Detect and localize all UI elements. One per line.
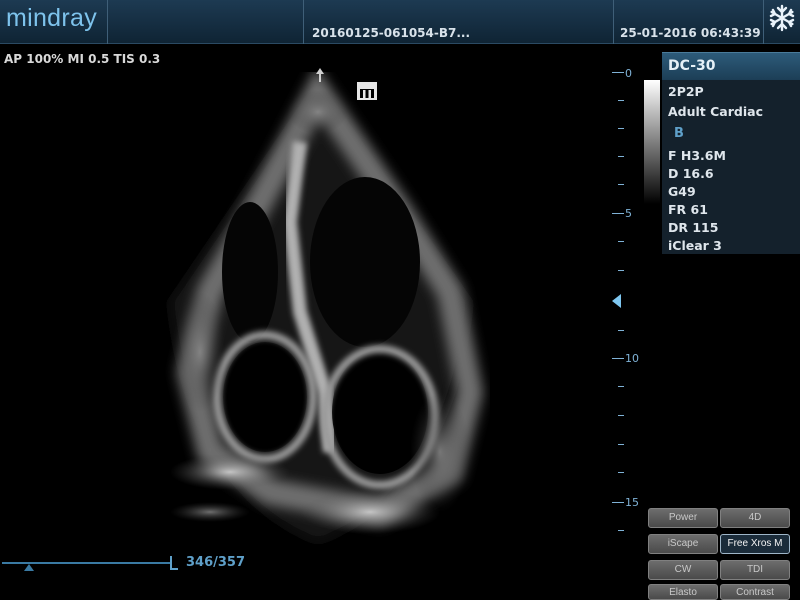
cine-frame-counter: 346/357 — [186, 555, 246, 570]
snowflake-icon[interactable] — [768, 4, 796, 32]
iscape-button[interactable]: iScape — [648, 534, 718, 554]
exam-datetime: 25-01-2016 06:43:39 — [620, 26, 761, 40]
power-button[interactable]: Power — [648, 508, 718, 528]
elasto-button[interactable]: Elasto — [648, 584, 718, 600]
depth-tick — [612, 213, 624, 214]
probe-name: DC-30 — [668, 58, 716, 74]
mindray-logo: mindray — [6, 4, 98, 32]
depth-tick — [618, 184, 624, 185]
param-frame-rate: FR 61 — [668, 202, 708, 217]
depth-tick — [618, 330, 624, 331]
imaging-mode: B — [674, 126, 684, 141]
depth-tick — [618, 156, 624, 157]
free-xros-m-button[interactable]: Free Xros M — [720, 534, 790, 554]
depth-tick — [618, 530, 624, 531]
param-iclear: iClear 3 — [668, 238, 722, 253]
depth-tick — [618, 472, 624, 473]
depth-tick — [618, 128, 624, 129]
probe-header[interactable]: DC-30 — [662, 52, 800, 80]
depth-label: 5 — [625, 207, 632, 220]
study-id: 20160125-061054-B7... — [312, 26, 471, 40]
depth-label: 15 — [625, 496, 639, 509]
acoustic-output-readout: AP 100% MI 0.5 TIS 0.3 — [4, 52, 161, 66]
ultrasound-image[interactable] — [150, 72, 490, 552]
depth-tick — [612, 72, 624, 73]
orientation-marker-icon — [357, 82, 377, 100]
depth-label: 10 — [625, 352, 639, 365]
cine-end-marker[interactable] — [170, 556, 178, 570]
depth-tick — [618, 444, 624, 445]
param-frequency: F H3.6M — [668, 148, 726, 163]
logo-cell: mindray — [0, 0, 108, 44]
contrast-button[interactable]: Contrast — [720, 584, 790, 600]
param-dynamic-range: DR 115 — [668, 220, 719, 235]
4d-button[interactable]: 4D — [720, 508, 790, 528]
param-depth: D 16.6 — [668, 166, 714, 181]
top-bar: mindray 20160125-061054-B7... 25-01-2016… — [0, 0, 800, 44]
probe-position-marker — [316, 68, 324, 82]
focus-position-marker[interactable] — [612, 294, 621, 308]
depth-label: 0 — [625, 67, 632, 80]
header-empty-cell — [108, 0, 304, 44]
tdi-button[interactable]: TDI — [720, 560, 790, 580]
depth-tick — [618, 241, 624, 242]
depth-tick — [618, 270, 624, 271]
cw-button[interactable]: CW — [648, 560, 718, 580]
depth-tick — [618, 415, 624, 416]
grayscale-bar — [644, 80, 660, 204]
imaging-parameters: 2P2P Adult Cardiac B F H3.6M D 16.6 G49 … — [662, 80, 800, 254]
depth-tick — [618, 100, 624, 101]
depth-tick — [612, 502, 624, 503]
transducer-label: 2P2P — [668, 84, 704, 99]
exam-preset: Adult Cardiac — [668, 104, 763, 119]
param-gain: G49 — [668, 184, 696, 199]
depth-tick — [612, 358, 624, 359]
depth-tick — [618, 386, 624, 387]
cine-start-marker[interactable] — [24, 564, 34, 571]
